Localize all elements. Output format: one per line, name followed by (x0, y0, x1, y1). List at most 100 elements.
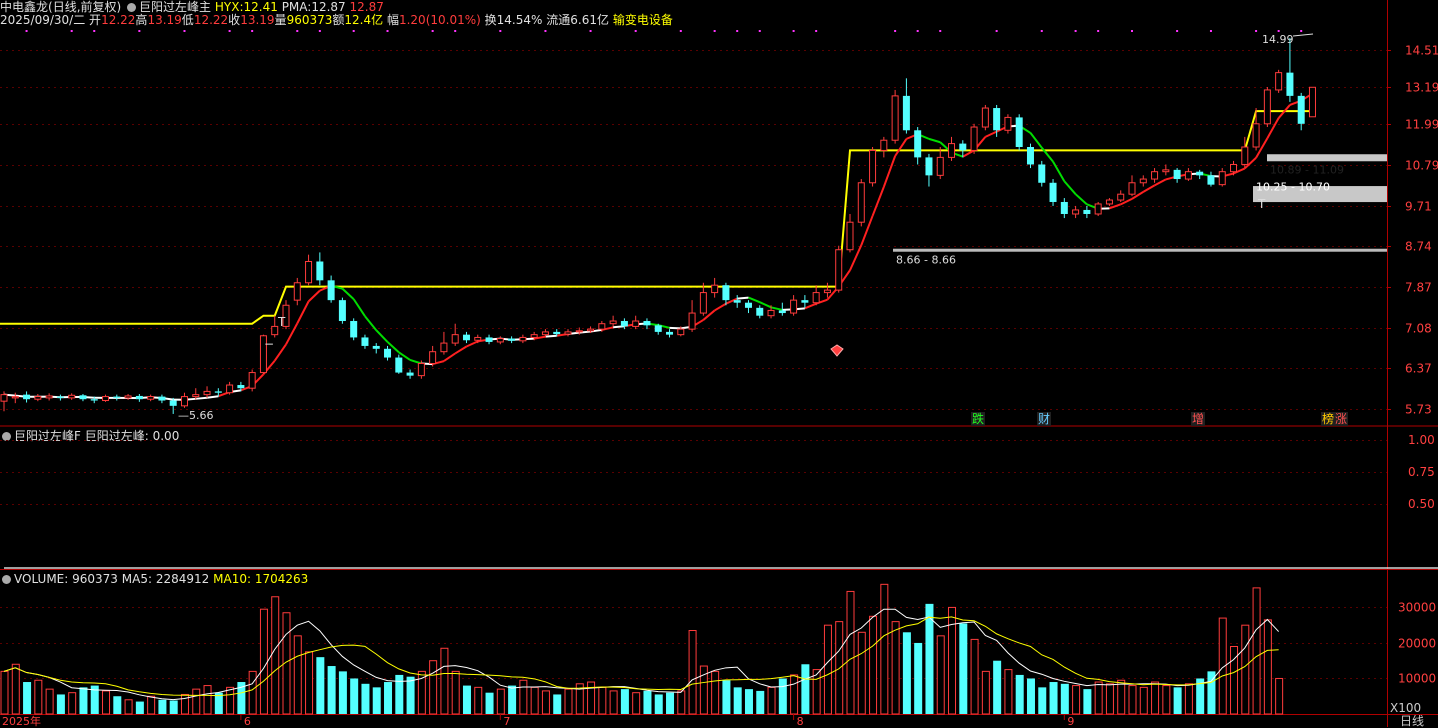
price-tick-label: 10.79 (1405, 159, 1438, 173)
candle-body (463, 335, 470, 341)
volume-bar (497, 689, 504, 714)
ma-segment (207, 396, 218, 398)
range-label: 8.66 - 8.66 (896, 254, 956, 267)
volume-bar (260, 609, 267, 714)
candle-body (858, 183, 864, 222)
signal-dot (759, 30, 761, 32)
price-tick-label: 7.87 (1405, 281, 1432, 295)
candle-body (1231, 164, 1237, 171)
volume-bar (69, 693, 76, 714)
volume-bar (306, 652, 313, 714)
signal-dot (1210, 30, 1212, 32)
range-label: 10.25 - 10.70 (1256, 181, 1330, 194)
candle-body (1106, 200, 1112, 204)
signal-dot (454, 30, 456, 32)
signal-dot (499, 30, 501, 32)
volume-bar (486, 693, 494, 714)
candle-body (407, 373, 414, 376)
signal-dot (894, 30, 896, 32)
volume-bar (1, 671, 8, 714)
ma-segment (1143, 185, 1154, 191)
volume-bar (79, 687, 87, 714)
ma-segment (354, 299, 365, 316)
diamond-icon (831, 345, 843, 356)
candle-body (599, 324, 605, 329)
x-tick-label: 2025年 (2, 714, 41, 727)
price-tick-label: 14.51 (1405, 44, 1438, 58)
volume-bar (722, 680, 730, 714)
level-line (0, 111, 1312, 324)
candle-body (553, 332, 560, 334)
candle-body (373, 346, 380, 349)
candle-body (1038, 164, 1045, 182)
volume-bar (903, 632, 911, 714)
volume-bar (858, 632, 865, 714)
candle-body (1286, 73, 1293, 96)
candle-body (475, 337, 481, 340)
candle-body (350, 321, 357, 337)
volume-bar (508, 686, 516, 714)
candle-body (1219, 172, 1225, 185)
ma-segment (985, 132, 996, 137)
candle-body (181, 397, 187, 406)
volume-bar (870, 616, 877, 714)
candle-body (1118, 194, 1124, 200)
candle-body (949, 144, 955, 158)
range-box (893, 249, 1387, 252)
volume-tick-label: 30000 (1398, 601, 1436, 615)
volume-bar (35, 680, 42, 714)
x-tick-label: 6 (244, 715, 251, 727)
volume-bar (791, 675, 798, 714)
signal-dot (544, 30, 546, 32)
candle-body (227, 385, 233, 393)
volume-bar (1106, 684, 1113, 714)
candle-body (542, 332, 548, 335)
candle-body (588, 329, 594, 331)
sub1-tick-label: 0.75 (1408, 465, 1435, 479)
price-tick-label: 11.99 (1405, 118, 1438, 132)
candle-body (1, 395, 7, 402)
volume-bar (914, 643, 922, 714)
candle-body (745, 303, 752, 308)
candle-body (791, 300, 797, 313)
volume-bar (170, 701, 178, 715)
candle-body (69, 395, 75, 398)
candle-body (1309, 87, 1315, 116)
volume-bar (384, 682, 392, 714)
volume-bar (328, 666, 336, 714)
candle-body (395, 358, 402, 373)
candle-body (1061, 202, 1068, 214)
marker-text: T (1257, 197, 1266, 211)
signal-dot (319, 30, 321, 32)
candlestick-chart[interactable]: 14.5113.1911.9910.799.718.747.877.086.37… (0, 0, 1438, 727)
signal-dot (229, 30, 231, 32)
volume-bar (666, 693, 674, 714)
candle-body (1264, 90, 1270, 124)
candle-body (520, 337, 526, 340)
candle-body (316, 262, 323, 281)
volume-bar (531, 687, 538, 714)
volume-bar (113, 696, 121, 714)
ma-segment (1053, 162, 1064, 182)
signal-dot (736, 30, 738, 32)
signal-dot (917, 30, 919, 32)
candle-body (689, 313, 695, 329)
x-tick-label: 9 (1067, 715, 1074, 727)
signal-dot (996, 30, 998, 32)
volume-bar (1061, 684, 1069, 714)
candle-body (700, 293, 706, 313)
ma-segment (1030, 133, 1041, 148)
candle-body (847, 222, 853, 250)
candle-body (1207, 175, 1214, 184)
peak-price-label: 14.99 (1262, 33, 1294, 46)
volume-bar (227, 687, 234, 714)
candle-body (1005, 117, 1011, 130)
volume-bar (475, 687, 482, 714)
candle-body (1242, 147, 1248, 164)
candle-body (914, 130, 921, 157)
volume-bar (463, 686, 471, 714)
candle-body (294, 283, 300, 300)
volume-bar (801, 664, 809, 714)
ma-segment (1076, 194, 1087, 204)
volume-ma5-line (4, 609, 1279, 699)
